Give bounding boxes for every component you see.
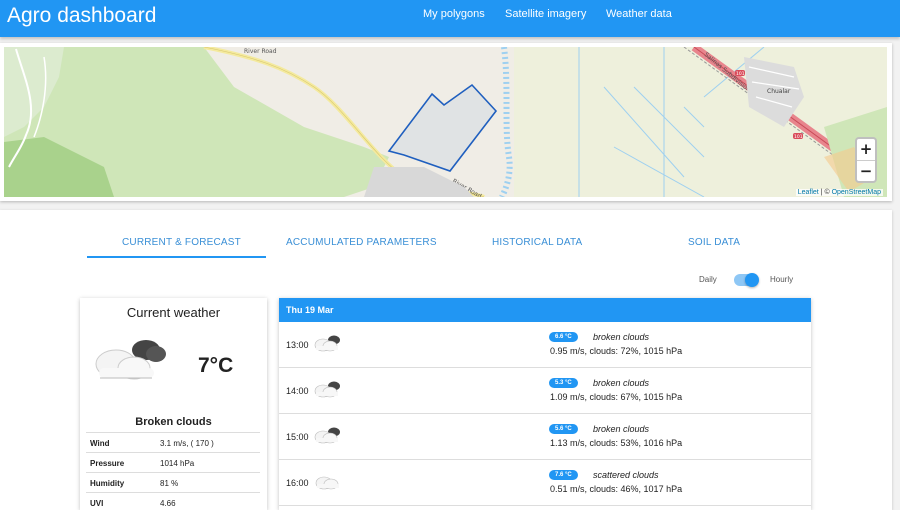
forecast-time: 15:00 bbox=[286, 432, 309, 442]
top-app-bar: Agro dashboard My polygons Satellite ima… bbox=[0, 0, 900, 37]
map-card: River Road River Road Salinas Subdivisio… bbox=[0, 43, 892, 201]
hourly-forecast-table: Thu 19 Mar 13:00 6.6 °C broken clouds 0.… bbox=[279, 298, 811, 510]
current-row-pressure: Pressure 1014 hPa bbox=[86, 452, 260, 472]
forecast-temp-badge: 5.3 °C bbox=[549, 378, 578, 388]
current-weather-panel: Current weather 7°C Broken clouds Wind 3… bbox=[80, 298, 267, 510]
current-temperature: 7°C bbox=[198, 354, 234, 377]
forecast-day-header: Thu 19 Mar bbox=[279, 298, 811, 322]
forecast-time: 16:00 bbox=[286, 478, 309, 488]
weather-card: CURRENT & FORECAST ACCUMULATED PARAMETER… bbox=[0, 210, 892, 510]
broken-clouds-icon bbox=[313, 380, 343, 403]
forecast-description: broken clouds bbox=[593, 378, 650, 388]
nav-weather-data[interactable]: Weather data bbox=[606, 8, 672, 20]
forecast-time: 14:00 bbox=[286, 386, 309, 396]
tab-accumulated-parameters[interactable]: ACCUMULATED PARAMETERS bbox=[286, 237, 437, 248]
tab-soil-data[interactable]: SOIL DATA bbox=[688, 237, 740, 248]
zoom-control: + − bbox=[855, 137, 877, 183]
polygon-map[interactable]: River Road River Road Salinas Subdivisio… bbox=[4, 47, 887, 197]
leaflet-link[interactable]: Leaflet bbox=[798, 189, 819, 196]
nav-satellite-imagery[interactable]: Satellite imagery bbox=[505, 8, 586, 20]
broken-clouds-icon bbox=[94, 334, 170, 387]
current-description: Broken clouds bbox=[135, 416, 212, 428]
map-tiles[interactable]: River Road River Road Salinas Subdivisio… bbox=[4, 47, 887, 197]
tab-historical-data[interactable]: HISTORICAL DATA bbox=[492, 237, 582, 248]
forecast-details: 1.09 m/s, clouds: 67%, 1015 hPa bbox=[550, 392, 683, 402]
forecast-description: broken clouds bbox=[593, 424, 650, 434]
toggle-label-hourly: Hourly bbox=[770, 275, 794, 284]
forecast-time: 13:00 bbox=[286, 340, 309, 350]
town-label: Chualar bbox=[767, 88, 791, 95]
pressure-label: Pressure bbox=[90, 459, 125, 468]
road-label-top: River Road bbox=[244, 48, 277, 55]
forecast-row: 14:00 5.3 °C broken clouds 1.09 m/s, clo… bbox=[279, 368, 811, 414]
osm-link[interactable]: OpenStreetMap bbox=[832, 189, 881, 196]
nav-my-polygons[interactable]: My polygons bbox=[423, 8, 485, 20]
humidity-label: Humidity bbox=[90, 479, 125, 488]
uvi-value: 4.66 bbox=[160, 499, 176, 508]
forecast-temp-badge: 6.6 °C bbox=[549, 332, 578, 342]
map-attribution: Leaflet | © OpenStreetMap bbox=[795, 189, 883, 196]
forecast-details: 0.51 m/s, clouds: 46%, 1017 hPa bbox=[550, 484, 683, 494]
active-tab-indicator bbox=[87, 256, 266, 258]
humidity-value: 81 % bbox=[160, 479, 179, 488]
forecast-row: 15:00 5.6 °C broken clouds 1.13 m/s, clo… bbox=[279, 414, 811, 460]
highway-shield-b: 101 bbox=[794, 134, 803, 140]
attribution-separator: | © bbox=[818, 189, 832, 196]
highway-shield-a: 101 bbox=[736, 71, 745, 77]
current-row-humidity: Humidity 81 % bbox=[86, 472, 260, 492]
tab-current-forecast[interactable]: CURRENT & FORECAST bbox=[122, 237, 241, 248]
forecast-temp-badge: 7.6 °C bbox=[549, 470, 578, 480]
forecast-description: scattered clouds bbox=[593, 470, 659, 480]
broken-clouds-icon bbox=[313, 426, 343, 449]
scattered-clouds-icon bbox=[313, 472, 343, 495]
forecast-temp-badge: 5.6 °C bbox=[549, 424, 578, 434]
forecast-details: 0.95 m/s, clouds: 72%, 1015 hPa bbox=[550, 346, 683, 356]
wind-value: 3.1 m/s, ( 170 ) bbox=[160, 439, 214, 448]
toggle-label-daily: Daily bbox=[699, 275, 717, 284]
forecast-details: 1.13 m/s, clouds: 53%, 1016 hPa bbox=[550, 438, 683, 448]
switch-knob bbox=[745, 273, 759, 287]
uvi-label: UVI bbox=[90, 499, 104, 508]
wind-label: Wind bbox=[90, 439, 110, 448]
zoom-in-button[interactable]: + bbox=[857, 139, 875, 160]
pressure-value: 1014 hPa bbox=[160, 459, 195, 468]
zoom-out-button[interactable]: − bbox=[857, 160, 875, 181]
current-row-uvi: UVI 4.66 bbox=[86, 492, 260, 510]
forecast-description: broken clouds bbox=[593, 332, 650, 342]
brand-title[interactable]: Agro dashboard bbox=[7, 4, 156, 28]
current-weather-title: Current weather bbox=[126, 305, 221, 320]
daily-hourly-switch[interactable] bbox=[734, 273, 759, 287]
forecast-row: 13:00 6.6 °C broken clouds 0.95 m/s, clo… bbox=[279, 322, 811, 368]
current-row-wind: Wind 3.1 m/s, ( 170 ) bbox=[86, 432, 260, 452]
broken-clouds-icon bbox=[313, 334, 343, 357]
forecast-row: 16:00 7.6 °C scattered clouds 0.51 m/s, … bbox=[279, 460, 811, 506]
